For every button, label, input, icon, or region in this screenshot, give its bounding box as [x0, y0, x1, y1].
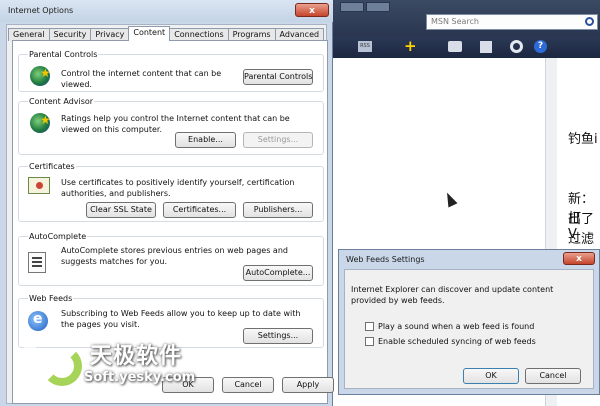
scheduled-sync-checkbox[interactable]: [365, 337, 374, 346]
web-feeds-description: Internet Explorer can discover and updat…: [351, 285, 554, 305]
certificates-title: Certificates: [28, 162, 76, 171]
rss-feeds-icon[interactable]: RSS: [358, 41, 372, 52]
search-icon[interactable]: [585, 17, 594, 26]
watermark-chinese-text: 天极软件: [90, 344, 183, 369]
apply-button[interactable]: Apply: [282, 377, 334, 393]
browser-title-area: MSN Search: [330, 0, 600, 36]
window-minimize-button[interactable]: [340, 2, 364, 12]
autocomplete-document-icon: [28, 252, 46, 273]
tools-gear-icon[interactable]: [510, 40, 523, 53]
mouse-cursor-icon: [442, 190, 458, 208]
certificates-button[interactable]: Certificates...: [163, 202, 236, 218]
autocomplete-text: AutoComplete stores previous entries on …: [61, 246, 288, 266]
scheduled-sync-label[interactable]: Enable scheduled syncing of web feeds: [378, 337, 536, 346]
close-button[interactable]: x: [295, 3, 329, 17]
tab-content[interactable]: Content: [128, 26, 171, 41]
window-maximize-button[interactable]: [366, 2, 390, 12]
publishers-button[interactable]: Publishers...: [243, 202, 313, 218]
help-icon[interactable]: ?: [534, 40, 547, 53]
web-feeds-text: Subscribing to Web Feeds allow you to ke…: [61, 309, 301, 329]
autocomplete-button[interactable]: AutoComplete...: [243, 265, 313, 281]
certificate-icon: [28, 177, 50, 194]
dialog-titlebar[interactable]: Internet Options x: [0, 0, 333, 22]
web-feeds-ok-button[interactable]: OK: [463, 368, 519, 384]
content-advisor-title: Content Advisor: [28, 97, 95, 106]
web-feeds-icon: [28, 311, 48, 331]
web-feeds-cancel-button[interactable]: Cancel: [525, 368, 581, 384]
clear-ssl-state-button[interactable]: Clear SSL State: [86, 202, 156, 218]
parental-controls-text: Control the internet content that can be…: [61, 69, 222, 89]
watermark-url-text: Soft.yesky.com: [84, 370, 196, 385]
content-advisor-enable-button[interactable]: Enable...: [175, 132, 236, 148]
parental-controls-star-icon: ★: [40, 66, 51, 80]
add-favorites-icon[interactable]: +: [404, 37, 417, 55]
watermark-logo-icon: [11, 323, 90, 401]
parental-controls-title: Parental Controls: [28, 50, 99, 59]
browser-search-box[interactable]: MSN Search: [426, 14, 598, 30]
web-feeds-close-button[interactable]: x: [563, 252, 595, 265]
search-placeholder: MSN Search: [431, 17, 479, 26]
browser-command-bar: RSS + ?: [330, 36, 600, 58]
tab-strip: General Security Privacy Content Connect…: [8, 26, 325, 41]
play-sound-label[interactable]: Play a sound when a web feed is found: [378, 322, 534, 331]
autocomplete-title: AutoComplete: [28, 232, 88, 241]
web-feeds-settings-dialog: Web Feeds Settings x Internet Explorer c…: [338, 249, 600, 395]
web-feeds-dialog-title: Web Feeds Settings: [346, 255, 425, 264]
play-sound-checkbox[interactable]: [365, 322, 374, 331]
page-text-line-1: 钓鱼i: [568, 132, 598, 147]
page-menu-icon[interactable]: [480, 41, 492, 53]
dialog-title: Internet Options: [8, 6, 74, 15]
web-feeds-title: Web Feeds: [28, 294, 74, 303]
print-icon[interactable]: [448, 41, 462, 52]
content-advisor-settings-button[interactable]: Settings...: [243, 132, 313, 148]
web-feeds-settings-button[interactable]: Settings...: [243, 328, 313, 344]
content-advisor-star-icon: ★: [40, 113, 51, 127]
parental-controls-button[interactable]: Parental Controls: [243, 69, 313, 85]
certificates-text: Use certificates to positively identify …: [61, 178, 295, 198]
cancel-button[interactable]: Cancel: [222, 377, 274, 393]
